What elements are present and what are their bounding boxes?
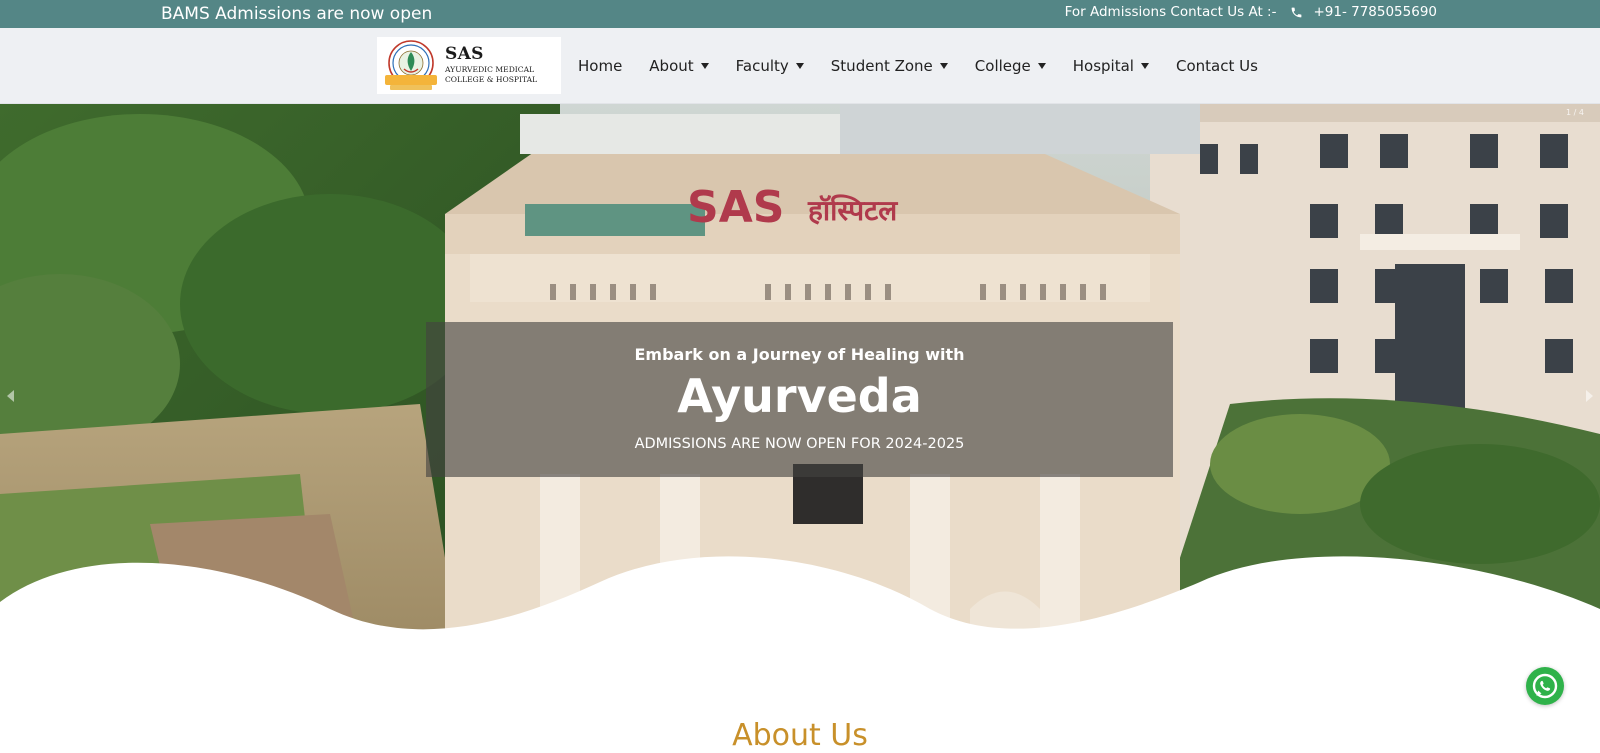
- phone-icon: [1290, 6, 1303, 19]
- logo-subtitle: AYURVEDIC MEDICAL COLLEGE & HOSPITAL: [445, 65, 537, 85]
- whatsapp-icon: [1532, 673, 1558, 699]
- site-logo[interactable]: SAS AYURVEDIC MEDICAL COLLEGE & HOSPITAL: [377, 37, 561, 94]
- hero-caption: Embark on a Journey of Healing with Ayur…: [426, 322, 1173, 477]
- nav-item-label: Hospital: [1072, 57, 1134, 75]
- caret-down-icon: [1037, 63, 1046, 69]
- hero-slider: SAS हॉस्पिटल 1 / 4 Embark on a Journey o…: [0, 104, 1600, 650]
- hero-caption-lead: Embark on a Journey of Healing with: [634, 345, 965, 364]
- caret-down-icon: [795, 63, 804, 69]
- nav-item-label: Student Zone: [830, 57, 933, 75]
- caret-down-icon: [700, 63, 709, 69]
- caret-down-icon: [1140, 63, 1149, 69]
- contact-label: For Admissions Contact Us At :-: [1064, 4, 1277, 20]
- logo-subtitle-line1: AYURVEDIC MEDICAL: [445, 65, 535, 74]
- nav-item-label: Contact Us: [1175, 57, 1258, 75]
- logo-subtitle-line2: COLLEGE & HOSPITAL: [445, 75, 538, 84]
- nav-item-label: Faculty: [735, 57, 789, 75]
- nav-item-about[interactable]: About: [649, 57, 709, 75]
- svg-text:SAS: SAS: [687, 182, 784, 233]
- chevron-left-icon[interactable]: [7, 390, 14, 402]
- main-navigation: Home About Faculty Student Zone College …: [578, 28, 1285, 104]
- hero-caption-subtitle: ADMISSIONS ARE NOW OPEN FOR 2024-2025: [634, 436, 965, 452]
- top-announcement-bar: BAMS Admissions are now open For Admissi…: [0, 0, 1600, 28]
- nav-item-contact-us[interactable]: Contact Us: [1176, 57, 1258, 75]
- about-us-heading: About Us: [732, 718, 868, 753]
- nav-item-label: Home: [578, 57, 623, 75]
- admission-contact: For Admissions Contact Us At :- +91- 778…: [1065, 3, 1437, 21]
- caret-down-icon: [939, 63, 948, 69]
- nav-item-student-zone[interactable]: Student Zone: [831, 57, 948, 75]
- contact-phone-link[interactable]: +91- 7785055690: [1313, 3, 1437, 21]
- chevron-right-icon[interactable]: [1586, 390, 1593, 402]
- nav-item-faculty[interactable]: Faculty: [736, 57, 804, 75]
- admission-announcement: BAMS Admissions are now open: [161, 4, 433, 24]
- whatsapp-button[interactable]: [1526, 667, 1564, 705]
- svg-text:हॉस्पिटल: हॉस्पिटल: [807, 194, 898, 227]
- nav-item-college[interactable]: College: [975, 57, 1046, 75]
- nav-item-hospital[interactable]: Hospital: [1073, 57, 1149, 75]
- nav-item-label: College: [974, 57, 1031, 75]
- site-header: SAS AYURVEDIC MEDICAL COLLEGE & HOSPITAL…: [0, 28, 1600, 104]
- nav-item-label: About: [649, 57, 694, 75]
- college-emblem-icon: [385, 40, 437, 90]
- slide-counter: 1 / 4: [1566, 108, 1584, 117]
- nav-item-home[interactable]: Home: [578, 57, 622, 75]
- hero-caption-title: Ayurveda: [677, 369, 922, 423]
- logo-brand: SAS: [445, 44, 484, 64]
